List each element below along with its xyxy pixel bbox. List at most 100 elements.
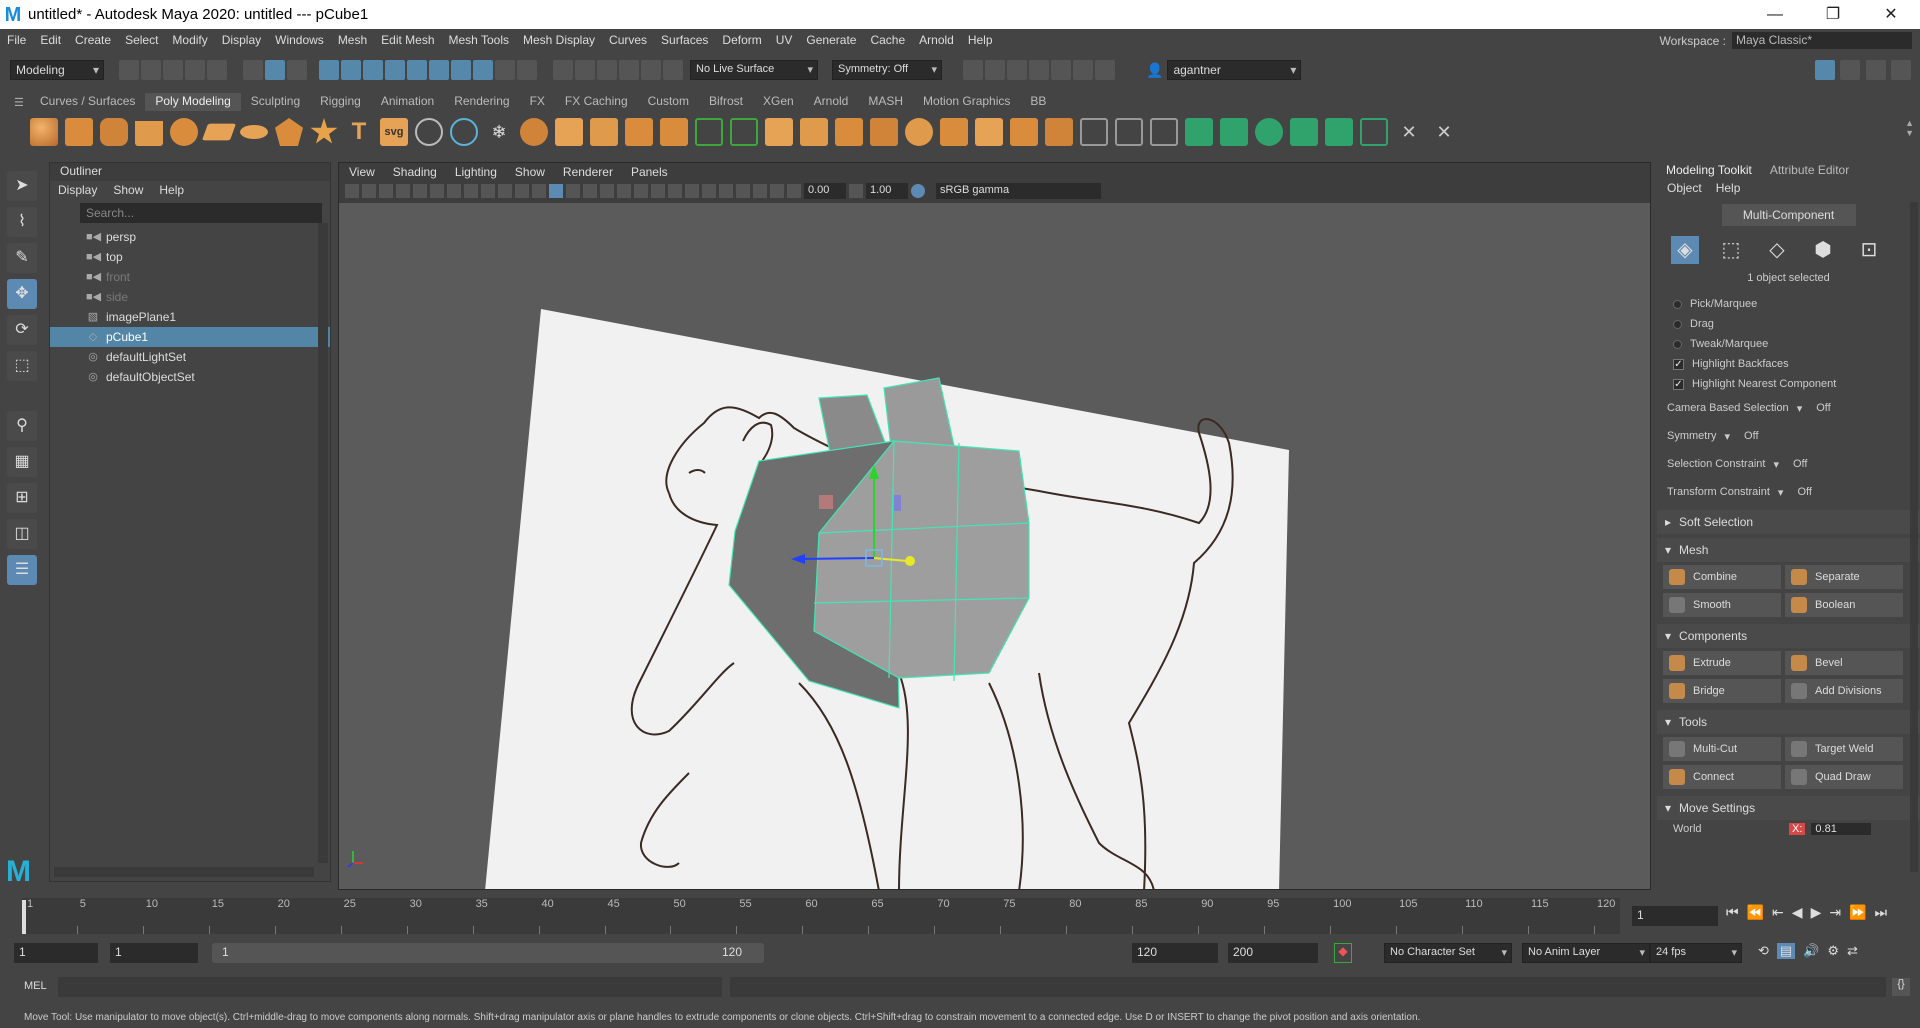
symmetry-dropdown[interactable]: Symmetry: Off	[832, 60, 942, 80]
last-tool-icon[interactable]: ⚲	[7, 411, 37, 441]
toolkit-menu-help[interactable]: Help	[1716, 181, 1741, 195]
outliner-search-input[interactable]: Search...	[80, 203, 322, 223]
lasso-tool-icon[interactable]: ⌇	[7, 207, 37, 237]
select-component-icon[interactable]	[287, 60, 307, 80]
outliner-item-defaultlightset[interactable]: ◎ defaultLightSet	[50, 347, 330, 367]
poly-disc-icon[interactable]	[240, 125, 268, 139]
smooth-button[interactable]: Smooth	[1663, 593, 1781, 617]
radio-pick-marquee[interactable]: Pick/Marquee	[1657, 294, 1920, 314]
multi-component-button[interactable]: Multi-Component	[1721, 204, 1856, 226]
outliner-item-persp[interactable]: ■◀ persp	[50, 227, 330, 247]
menu-file[interactable]: File	[0, 33, 33, 47]
new-scene-icon[interactable]	[119, 60, 139, 80]
shelf-scroll-arrows[interactable]: ▲ ▼	[1905, 118, 1914, 138]
motion-blur-icon[interactable]	[668, 184, 682, 198]
camera-based-uv-icon[interactable]	[1325, 118, 1353, 146]
menu-create[interactable]: Create	[68, 33, 118, 47]
menu-mesh-display[interactable]: Mesh Display	[516, 33, 602, 47]
shelf-tab-rigging[interactable]: Rigging	[310, 93, 371, 111]
select-hierarchy-icon[interactable]	[243, 60, 263, 80]
step-back-key-icon[interactable]: ⇤	[1772, 904, 1784, 921]
poly-cone-icon[interactable]	[135, 118, 163, 146]
x-axis-value[interactable]: 0.81	[1811, 823, 1872, 835]
anti-aliasing-icon[interactable]	[685, 184, 699, 198]
world-space-dropdown[interactable]: World	[1673, 823, 1783, 835]
select-object-icon[interactable]	[265, 60, 285, 80]
paint-select-tool-icon[interactable]: ✎	[7, 243, 37, 273]
mask-deformations-icon[interactable]	[407, 60, 427, 80]
render-frame-icon[interactable]	[985, 60, 1005, 80]
menu-edit[interactable]: Edit	[33, 33, 68, 47]
viewport-menu-panels[interactable]: Panels	[631, 165, 668, 179]
two-view-layout-icon[interactable]: ◫	[7, 519, 37, 549]
outliner-item-defaultobjectset[interactable]: ◎ defaultObjectSet	[50, 367, 330, 387]
viewport-scene[interactable]	[339, 203, 1650, 889]
shelf-collapse-icon[interactable]: ☰	[14, 96, 28, 110]
range-slider[interactable]: 1 120	[212, 943, 764, 963]
smooth-shade-icon[interactable]	[549, 184, 563, 198]
planar-uv-icon[interactable]	[1185, 118, 1213, 146]
viewport-menu-shading[interactable]: Shading	[393, 165, 437, 179]
connect-button[interactable]: Connect	[1663, 765, 1781, 789]
shelf-tab-bb[interactable]: BB	[1020, 93, 1056, 111]
mask-joints-icon[interactable]	[341, 60, 361, 80]
go-to-end-icon[interactable]: ⏭	[1875, 904, 1888, 921]
undo-icon[interactable]	[185, 60, 205, 80]
mask-surfaces-icon[interactable]	[385, 60, 405, 80]
shelf-tab-custom[interactable]: Custom	[638, 93, 699, 111]
rotate-tool-icon[interactable]: ⟳	[7, 315, 37, 345]
four-view-layout-icon[interactable]: ⊞	[7, 483, 37, 513]
poly-torus-icon[interactable]	[170, 118, 198, 146]
cache-playback-icon[interactable]: ▤	[1776, 943, 1796, 959]
shelf-tab-sculpting[interactable]: Sculpting	[241, 93, 310, 111]
selection-constraint-option[interactable]: Selection Constraint ▾ Off	[1657, 450, 1920, 478]
x-ray-icon[interactable]	[736, 184, 750, 198]
shelf-tab-animation[interactable]: Animation	[371, 93, 444, 111]
mel-label[interactable]: MEL	[24, 980, 47, 992]
lighting-icon[interactable]	[617, 184, 631, 198]
poly-plane-icon[interactable]	[201, 123, 237, 141]
snap-view-plane-icon[interactable]	[641, 60, 661, 80]
select-camera-icon[interactable]	[345, 184, 359, 198]
depth-of-field-icon[interactable]	[702, 184, 716, 198]
toolkit-menu-object[interactable]: Object	[1667, 181, 1702, 195]
user-dropdown[interactable]: agantner	[1167, 60, 1302, 80]
outliner-item-imageplane1[interactable]: ▧ imagePlane1	[50, 307, 330, 327]
toolkit-scrollbar[interactable]	[1910, 202, 1918, 872]
viewport-menu-lighting[interactable]: Lighting	[455, 165, 497, 179]
vertex-mode-icon[interactable]: ⬚	[1717, 236, 1745, 264]
wireframe-icon[interactable]	[532, 184, 546, 198]
start-time-field[interactable]: 1	[14, 943, 98, 963]
extract-icon[interactable]	[590, 118, 618, 146]
mesh-section[interactable]: ▾ Mesh	[1657, 538, 1920, 562]
shelf-tab-motion-graphics[interactable]: Motion Graphics	[913, 93, 1020, 111]
play-forwards-icon[interactable]: ▶	[1811, 904, 1822, 921]
resolution-gate-icon[interactable]	[447, 184, 461, 198]
arnold-render-icon[interactable]	[1073, 60, 1093, 80]
redo-icon[interactable]	[207, 60, 227, 80]
menu-mesh[interactable]: Mesh	[331, 33, 374, 47]
x-ray-joints-icon[interactable]	[753, 184, 767, 198]
film-gate-icon[interactable]	[430, 184, 444, 198]
add-divisions-button[interactable]: Add Divisions	[1785, 679, 1903, 703]
script-editor-icon[interactable]: {}	[1892, 978, 1910, 996]
outliner-layout-icon[interactable]: ☰	[7, 555, 37, 585]
x-ray-components-icon[interactable]	[770, 184, 784, 198]
offset-edge-icon[interactable]	[975, 118, 1003, 146]
checkbox-highlight-backfaces[interactable]: ✓ Highlight Backfaces	[1657, 354, 1920, 374]
poly-type-icon[interactable]: T	[345, 118, 373, 146]
open-scene-icon[interactable]	[141, 60, 161, 80]
step-back-icon[interactable]: ⏪	[1747, 904, 1764, 921]
toggle-tool-settings-icon[interactable]	[1865, 60, 1886, 80]
play-backwards-icon[interactable]: ◀	[1792, 904, 1803, 921]
menu-uv[interactable]: UV	[769, 33, 800, 47]
fps-dropdown[interactable]: 24 fps	[1650, 943, 1742, 963]
menu-modify[interactable]: Modify	[165, 33, 214, 47]
outliner-horizontal-scrollbar[interactable]	[54, 867, 314, 877]
mask-rendering-icon[interactable]	[451, 60, 471, 80]
outliner-vertical-scrollbar[interactable]	[318, 223, 328, 863]
bridge-button[interactable]: Bridge	[1663, 679, 1781, 703]
combine-button[interactable]: Combine	[1663, 565, 1781, 589]
maximize-button[interactable]: ❐	[1804, 0, 1862, 29]
safe-action-icon[interactable]	[498, 184, 512, 198]
